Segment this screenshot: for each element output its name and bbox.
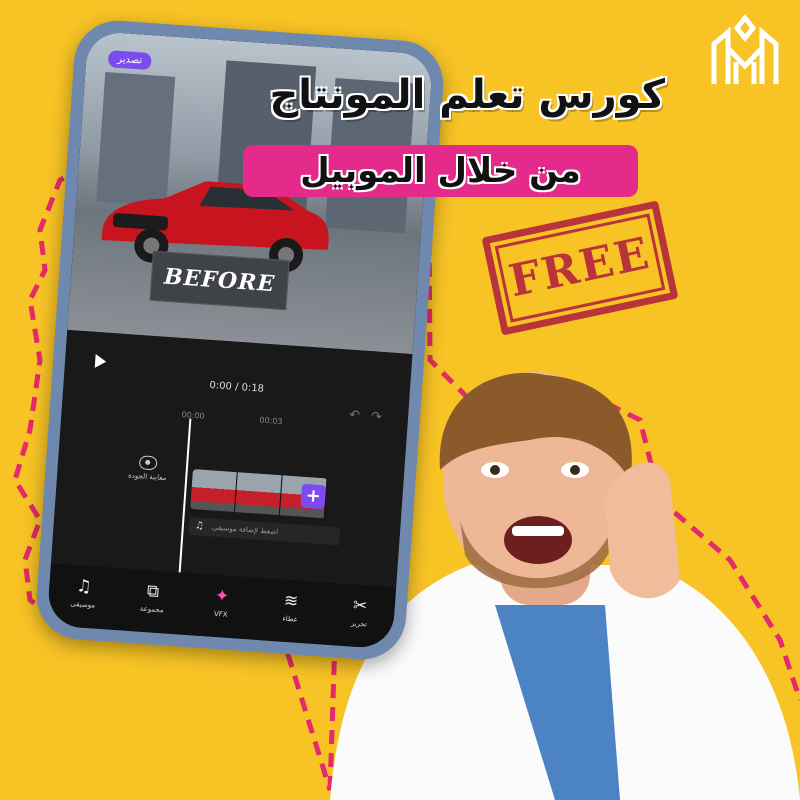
brand-logo-icon [711, 14, 779, 84]
ruler-tick: 00:00 [181, 410, 205, 421]
promo-poster: تصدير BEFORE 0:00 / 0:18 ↶ ↷ 00:00 00:03… [0, 0, 800, 800]
tool-label: غطاء [282, 614, 298, 624]
video-editor-panel: 0:00 / 0:18 ↶ ↷ 00:00 00:03 معاينة الجود… [46, 329, 413, 650]
add-clip-button[interactable]: + [300, 483, 327, 510]
playhead[interactable] [178, 418, 192, 579]
export-button[interactable]: تصدير [107, 50, 152, 71]
music-note-icon: ♫ [75, 576, 93, 598]
vfx-icon: ✦ [214, 585, 230, 607]
tool-label: موسيقى [70, 599, 96, 610]
overlay-icon: ⧉ [146, 581, 160, 602]
play-icon[interactable] [94, 353, 107, 369]
quality-preview-button[interactable]: معاينة الجودة [107, 453, 189, 484]
tool-overlay[interactable]: ≋ غطاء [254, 578, 327, 645]
free-stamp-text: FREE [504, 227, 656, 308]
music-hint: اضغط لإضافة موسيقى [211, 523, 279, 537]
tool-vfx[interactable]: ✦ VFX [185, 573, 258, 640]
editor-toolbar: ♫ موسيقى ⧉ مجموعة ✦ VFX ≋ غطاء ✂ تحرير [46, 563, 397, 650]
music-note-icon: ♫ [194, 520, 205, 532]
phone-screen: تصدير BEFORE 0:00 / 0:18 ↶ ↷ 00:00 00:03… [46, 30, 434, 650]
free-stamp: FREE [481, 200, 679, 336]
timecode: 0:00 / 0:18 [209, 379, 265, 395]
eye-icon [138, 455, 158, 471]
tool-label: مجموعة [139, 604, 164, 615]
ruler-tick: 00:03 [259, 415, 283, 427]
clip-thumbnail [234, 472, 283, 516]
headline-title: كورس تعلم المونتاج [269, 72, 665, 118]
tool-label: تحرير [350, 619, 368, 629]
tool-music[interactable]: ♫ موسيقى [47, 563, 120, 630]
tool-edit[interactable]: ✂ تحرير [323, 583, 396, 650]
tool-group[interactable]: ⧉ مجموعة [116, 568, 189, 635]
tool-label: VFX [213, 609, 228, 619]
layers-icon: ≋ [283, 590, 299, 612]
clip-thumbnail [190, 469, 238, 513]
headline-subtitle: من خلال الموبيل [243, 145, 638, 197]
add-music-track[interactable]: ♫ اضغط لإضافة موسيقى [188, 516, 341, 546]
scissors-icon: ✂ [352, 595, 368, 617]
before-label: BEFORE [149, 250, 290, 311]
quality-label: معاينة الجودة [127, 471, 167, 483]
